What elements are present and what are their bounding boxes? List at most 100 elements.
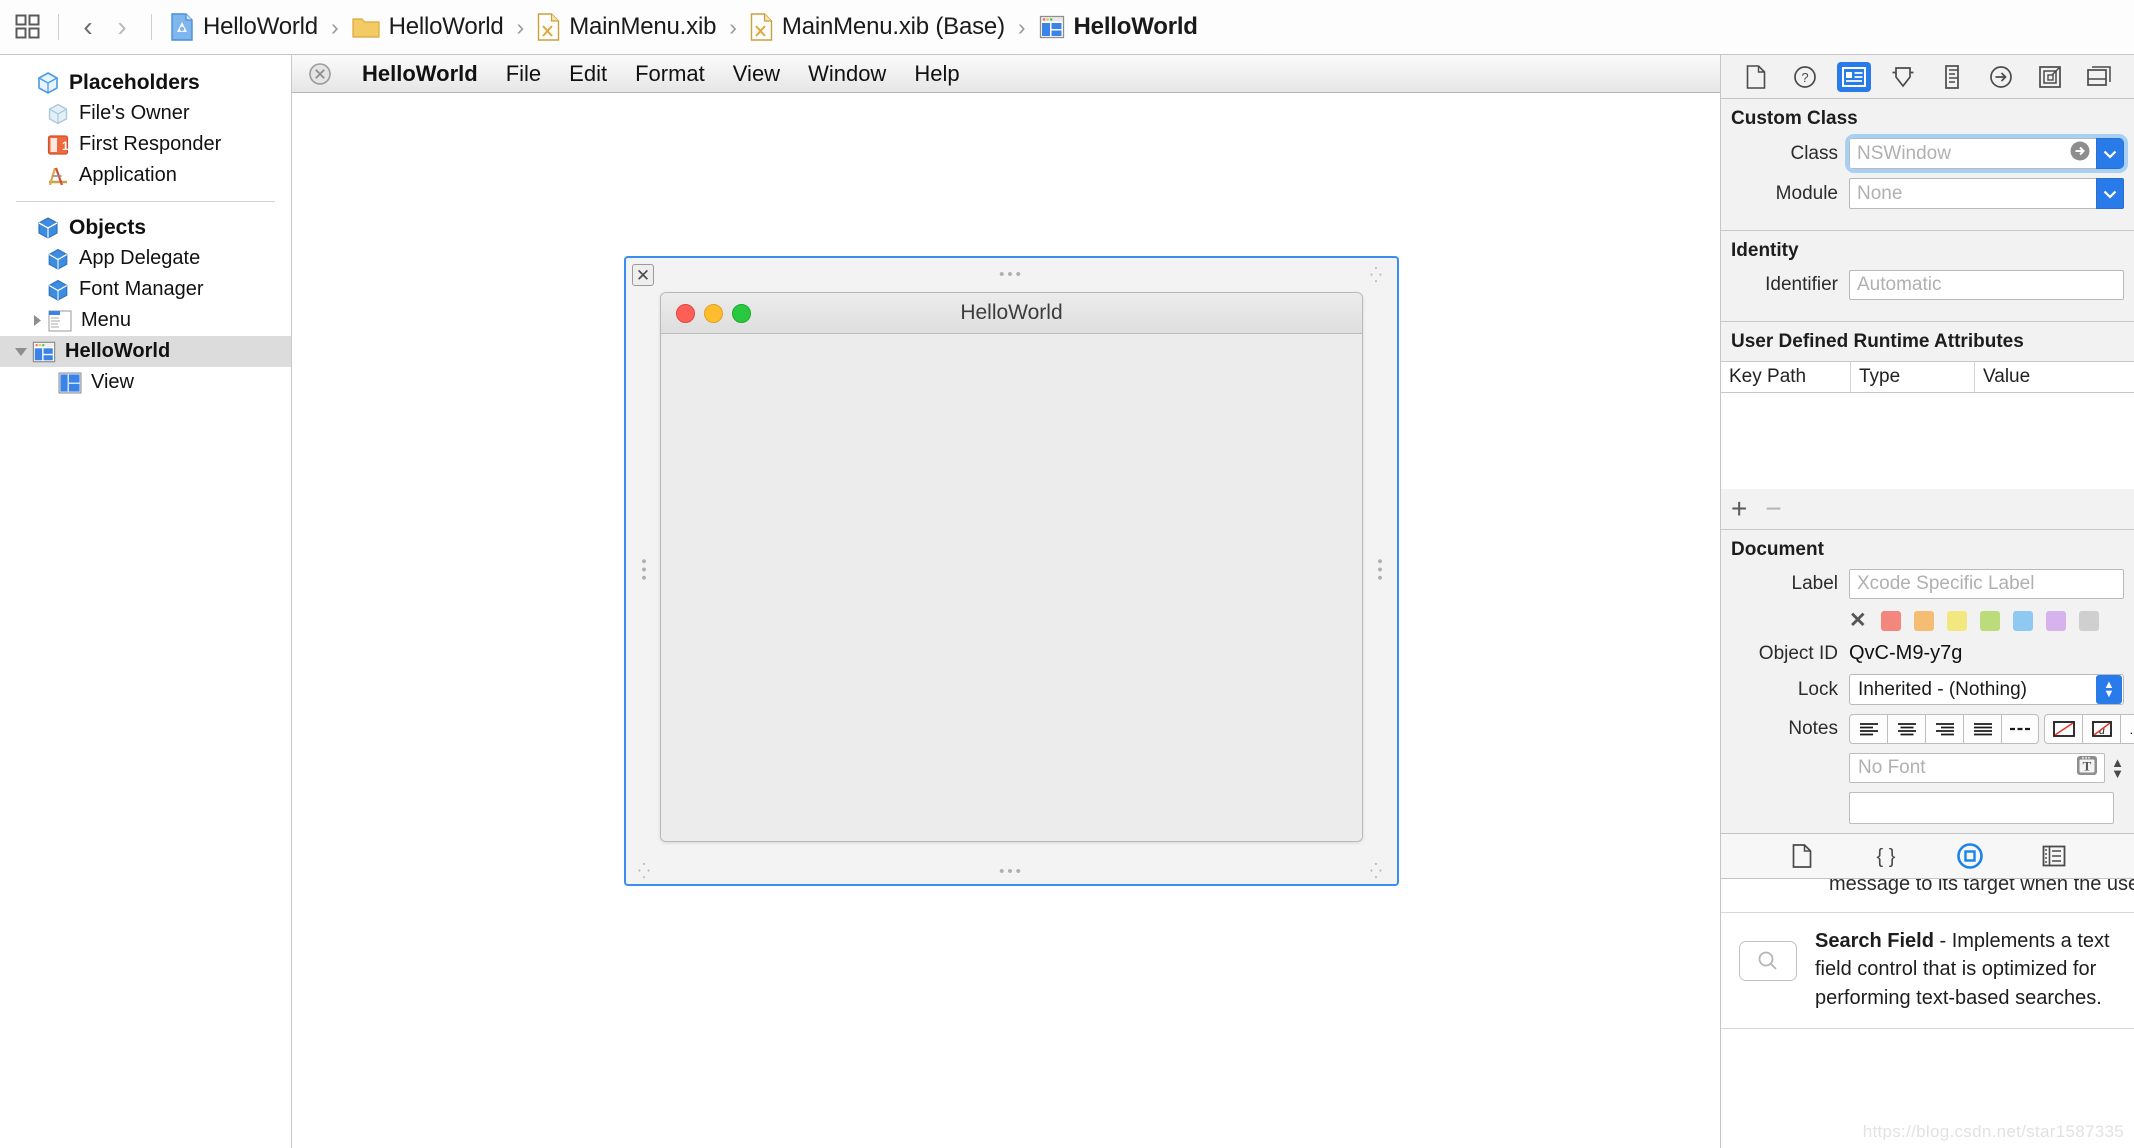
- bindings-inspector-icon[interactable]: [2033, 62, 2067, 92]
- forward-button[interactable]: ›: [105, 10, 139, 44]
- sidebar-item-app-delegate[interactable]: App Delegate: [0, 243, 291, 274]
- module-combobox[interactable]: None: [1849, 178, 2124, 209]
- remove-attribute-button[interactable]: −: [1765, 495, 1781, 523]
- breadcrumb-item-project[interactable]: HelloWorld: [168, 13, 320, 41]
- align-right-icon[interactable]: [1925, 714, 1963, 744]
- module-dropdown-button[interactable]: [2096, 178, 2124, 209]
- object-library-list[interactable]: message to its target when the user pre……: [1721, 879, 2134, 1148]
- resize-handle-right[interactable]: •••: [1371, 559, 1388, 584]
- size-inspector-icon[interactable]: [1935, 62, 1969, 92]
- menu-item-file[interactable]: File: [492, 61, 555, 87]
- menu-close-icon[interactable]: [308, 62, 332, 86]
- sidebar-item-application[interactable]: Application: [0, 160, 291, 191]
- class-dropdown-button[interactable]: [2096, 138, 2124, 169]
- nswindow-content-view[interactable]: [661, 334, 1362, 841]
- resize-handle-bottom[interactable]: •••: [999, 863, 1024, 880]
- class-input[interactable]: NSWindow: [1849, 138, 2096, 169]
- code-snippet-library-icon[interactable]: { }: [1870, 840, 1902, 872]
- breadcrumb-item-folder[interactable]: HelloWorld: [350, 13, 506, 41]
- sidebar-item-helloworld[interactable]: HelloWorld: [0, 336, 291, 367]
- resize-handle-top-right[interactable]: ⁛: [1370, 266, 1385, 284]
- list-item[interactable]: Search Field - Implements a text field c…: [1721, 913, 2134, 1030]
- close-icon[interactable]: ✕: [632, 264, 654, 286]
- lock-stepper-icon[interactable]: ▲ ▼: [2096, 675, 2122, 704]
- object-library-icon[interactable]: [1954, 840, 1986, 872]
- selected-window-object-frame[interactable]: ✕ ••• ••• ••• ••• ⁛ ⁛ ⁛ HelloWorld: [624, 256, 1399, 886]
- list-item[interactable]: message to its target when the user pre…: [1721, 879, 2134, 913]
- color-swatch-orange[interactable]: [1913, 610, 1934, 631]
- outline-label: View: [91, 371, 134, 393]
- menu-item-view[interactable]: View: [719, 61, 794, 87]
- media-library-icon[interactable]: [2038, 840, 2070, 872]
- divider: [16, 201, 275, 202]
- notes-font-field[interactable]: No Font T: [1849, 752, 2106, 784]
- sidebar-item-first-responder[interactable]: 1 First Responder: [0, 129, 291, 160]
- align-center-icon[interactable]: [1887, 714, 1925, 744]
- jump-to-definition-icon[interactable]: [2069, 140, 2091, 168]
- no-text-color-icon[interactable]: a: [2082, 714, 2120, 744]
- color-swatch-purple[interactable]: [2045, 610, 2066, 631]
- align-left-icon[interactable]: [1849, 714, 1887, 744]
- add-attribute-button[interactable]: +: [1731, 495, 1747, 523]
- breadcrumb-label: HelloWorld: [388, 13, 504, 40]
- resize-handle-bottom-right[interactable]: ⁛: [1370, 862, 1385, 880]
- disclosure-triangle-expanded-icon[interactable]: [10, 345, 32, 358]
- align-justify-icon[interactable]: [1963, 714, 2001, 744]
- grid-icon[interactable]: [10, 9, 46, 45]
- notes-font-stepper[interactable]: ▲ ▼: [2111, 756, 2124, 780]
- menu-item-format[interactable]: Format: [621, 61, 719, 87]
- connections-inspector-icon[interactable]: [1984, 62, 2018, 92]
- attributes-inspector-icon[interactable]: [1886, 62, 1920, 92]
- library-item-dash: -: [1933, 930, 1952, 952]
- lock-popup-button[interactable]: Inherited - (Nothing) ▲ ▼: [1849, 674, 2124, 705]
- runtime-attributes-table-body[interactable]: [1721, 393, 2134, 489]
- breadcrumb-item-object[interactable]: HelloWorld: [1037, 13, 1200, 41]
- clear-color-button[interactable]: ✕: [1849, 608, 1867, 633]
- outline-label: Font Manager: [79, 278, 204, 300]
- quick-help-inspector-icon[interactable]: ?: [1788, 62, 1822, 92]
- label-input[interactable]: Xcode Specific Label: [1849, 569, 2124, 599]
- more-options-icon[interactable]: …: [2120, 714, 2134, 744]
- identifier-input[interactable]: Automatic: [1849, 270, 2124, 300]
- sidebar-item-menu[interactable]: Menu: [0, 305, 291, 336]
- back-button[interactable]: ‹: [71, 10, 105, 44]
- menu-icon: [48, 309, 72, 333]
- identity-inspector-icon[interactable]: [1836, 61, 1871, 92]
- file-inspector-icon[interactable]: [1739, 62, 1773, 92]
- view-effects-inspector-icon[interactable]: [2082, 62, 2116, 92]
- application-icon: [46, 164, 70, 188]
- color-swatch-yellow[interactable]: [1946, 610, 1967, 631]
- sidebar-item-view[interactable]: View: [0, 367, 291, 398]
- fonts-panel-icon[interactable]: T: [2074, 752, 2100, 784]
- nswindow-preview[interactable]: HelloWorld: [660, 292, 1363, 842]
- resize-handle-top[interactable]: •••: [999, 266, 1024, 283]
- menu-item-window[interactable]: Window: [794, 61, 900, 87]
- no-background-color-icon[interactable]: [2044, 714, 2082, 744]
- label-field-row: Label Xcode Specific Label: [1721, 569, 2134, 599]
- menu-item-help[interactable]: Help: [900, 61, 973, 87]
- placeholder-cube-icon: [36, 71, 60, 95]
- outline-group-objects[interactable]: Objects: [0, 212, 291, 243]
- file-template-library-icon[interactable]: [1786, 840, 1818, 872]
- sidebar-item-files-owner[interactable]: File's Owner: [0, 98, 291, 129]
- breadcrumb-item-xib[interactable]: MainMenu.xib: [535, 13, 718, 41]
- sidebar-item-font-manager[interactable]: Font Manager: [0, 274, 291, 305]
- disclosure-triangle-collapsed-icon[interactable]: [26, 314, 48, 327]
- color-swatch-blue[interactable]: [2012, 610, 2033, 631]
- dashed-line-icon[interactable]: [2001, 714, 2039, 744]
- color-swatch-red[interactable]: [1880, 610, 1901, 631]
- color-swatch-gray[interactable]: [2078, 610, 2099, 631]
- module-input[interactable]: None: [1849, 178, 2096, 209]
- menu-item-edit[interactable]: Edit: [555, 61, 621, 87]
- object-id-label: Object ID: [1758, 642, 1838, 664]
- resize-handle-bottom-left[interactable]: ⁛: [638, 862, 653, 880]
- resize-handle-left[interactable]: •••: [635, 559, 652, 584]
- breadcrumb-item-xib-base[interactable]: MainMenu.xib (Base): [748, 13, 1007, 41]
- class-combobox[interactable]: NSWindow: [1845, 134, 2128, 173]
- outline-group-placeholders[interactable]: Placeholders: [0, 67, 291, 98]
- canvas-area[interactable]: ✕ ••• ••• ••• ••• ⁛ ⁛ ⁛ HelloWorld: [292, 93, 1720, 1148]
- svg-text:…: …: [2129, 722, 2134, 736]
- menu-item-helloworld[interactable]: HelloWorld: [348, 61, 492, 87]
- color-swatch-green[interactable]: [1979, 610, 2000, 631]
- notes-textarea[interactable]: [1849, 792, 2114, 824]
